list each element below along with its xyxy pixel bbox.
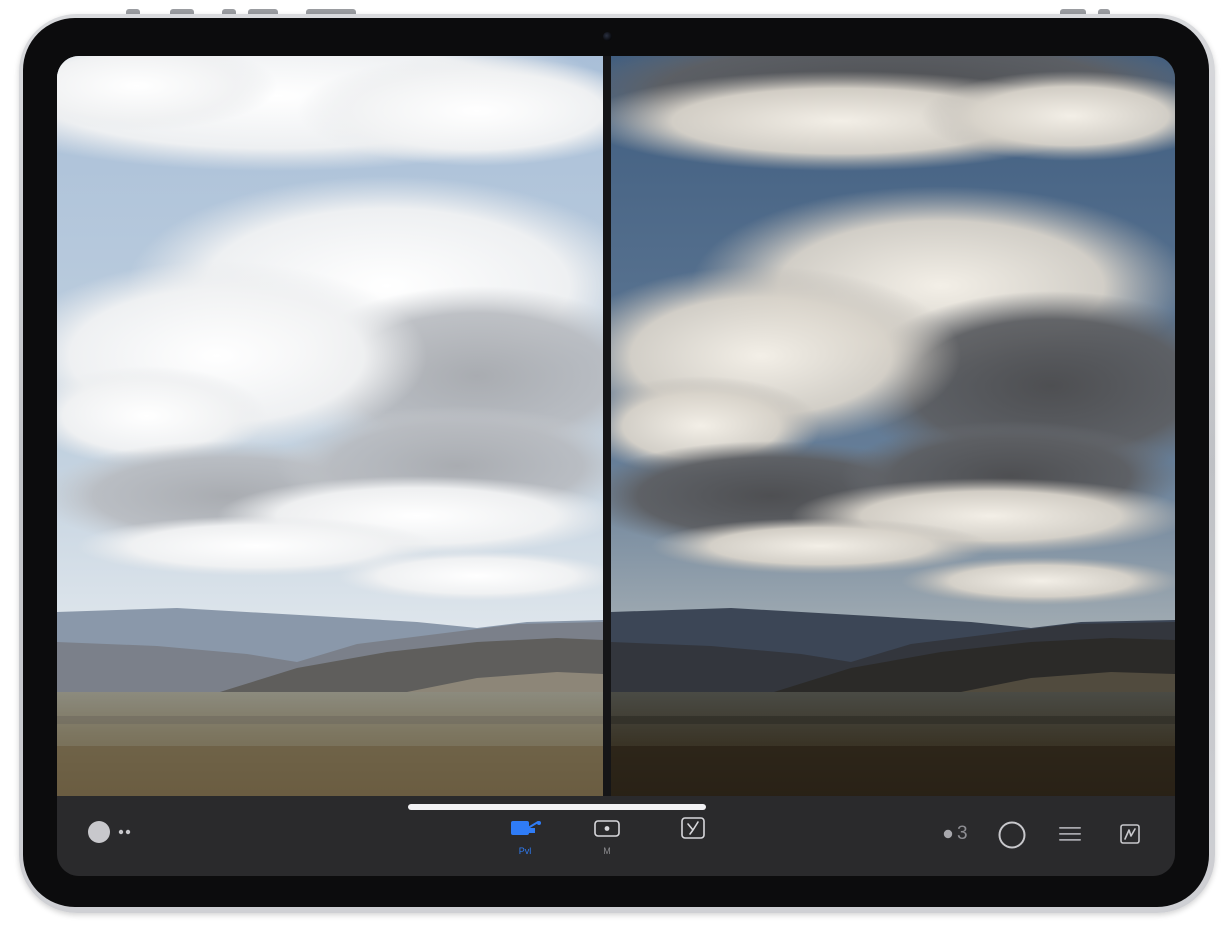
- export-icon: [1120, 824, 1140, 844]
- adjust-tool-label: M: [603, 846, 611, 856]
- original-photo[interactable]: [57, 56, 603, 796]
- dot-icon: [943, 829, 953, 839]
- crop-icon: [511, 821, 541, 835]
- toggle-pill-icon[interactable]: [87, 820, 137, 844]
- toggle-pill-icon-graphic: [88, 821, 131, 843]
- circle-icon: [998, 821, 1026, 849]
- tablet-device: Pvl M 3: [0, 0, 1232, 928]
- crop-tool-label: Pvl: [518, 846, 532, 856]
- circle-button[interactable]: [997, 820, 1027, 850]
- compare-divider[interactable]: [603, 56, 611, 796]
- page-indicator[interactable]: 3: [943, 820, 977, 848]
- retouch-icon: [681, 817, 705, 839]
- menu-button[interactable]: [1056, 822, 1084, 846]
- app-screen: Pvl M 3: [57, 56, 1175, 876]
- retouch-tool-button[interactable]: [673, 816, 713, 856]
- export-button[interactable]: [1117, 822, 1143, 846]
- adjust-tool-button[interactable]: M: [587, 816, 627, 856]
- front-camera: [603, 32, 612, 41]
- adjust-icon: [594, 820, 620, 837]
- edited-photo-image: [611, 56, 1175, 796]
- crop-tool-button[interactable]: Pvl: [505, 816, 545, 856]
- hamburger-menu-icon: [1059, 827, 1081, 841]
- original-photo-image: [57, 56, 603, 796]
- page-count: 3: [957, 823, 968, 844]
- home-indicator[interactable]: [408, 804, 706, 810]
- edited-photo[interactable]: [611, 56, 1175, 796]
